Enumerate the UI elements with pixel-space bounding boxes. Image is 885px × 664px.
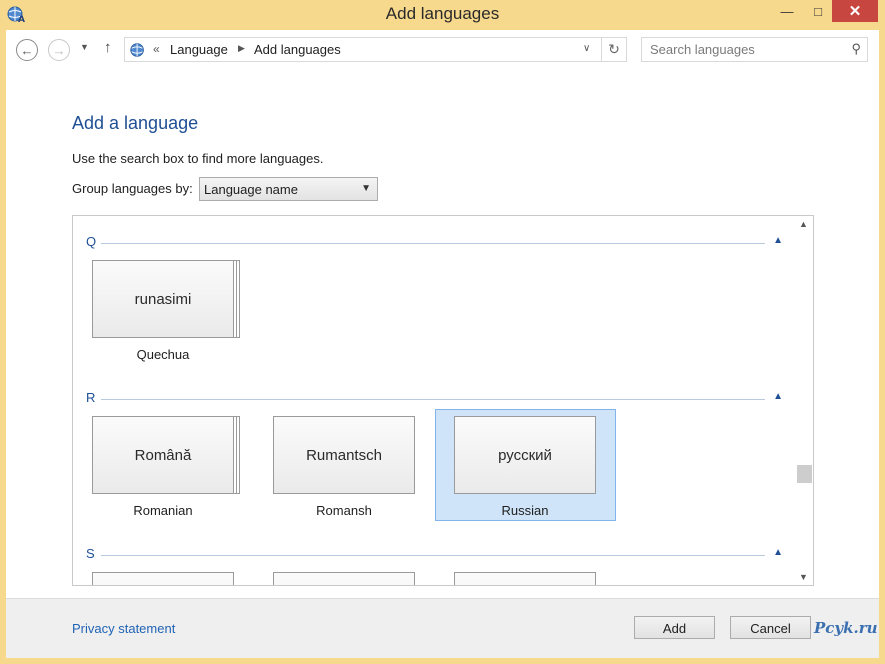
group-header-r: R ▲ — [73, 390, 797, 410]
search-hint: Use the search box to find more language… — [72, 151, 324, 166]
tile-language-name: Russian — [501, 503, 549, 518]
dialog-footer: Privacy statement Add Cancel Pcyk.ru — [6, 598, 879, 658]
language-tile-quechua[interactable]: runasimi Quechua — [78, 256, 259, 368]
chevron-down-icon: ▼ — [361, 183, 371, 194]
tile-language-name: Romanian — [133, 503, 193, 518]
maximize-button[interactable]: □ — [804, 0, 832, 22]
tile-native-name: русский — [454, 416, 596, 494]
tile-native-name: Rumantsch — [273, 416, 415, 494]
recent-locations-dropdown-icon[interactable]: ▼ — [80, 42, 89, 52]
group-header-q: Q ▲ — [73, 234, 797, 254]
group-letter: R — [86, 390, 96, 405]
language-tile-romanian[interactable]: Română Romanian — [78, 412, 259, 524]
address-bar[interactable]: « Language ▶ Add languages ∨ — [124, 37, 602, 62]
refresh-button[interactable]: ↻ — [602, 37, 627, 62]
scroll-thumb[interactable] — [797, 465, 812, 483]
language-tile-russian[interactable]: русский Russian — [435, 409, 616, 521]
watermark-logo: Pcyk.ru — [814, 619, 878, 637]
up-button[interactable]: ↑ — [104, 39, 112, 56]
scroll-down-icon[interactable]: ▼ — [799, 572, 808, 582]
breadcrumb-separator-icon[interactable]: ▶ — [238, 43, 245, 54]
client-area: ← → ▼ ↑ « Language ▶ Add languages ∨ ↻ ⚲ — [6, 30, 879, 658]
search-box[interactable]: ⚲ — [641, 37, 868, 62]
group-by-select[interactable]: Language name ▼ — [199, 177, 378, 201]
collapse-icon[interactable]: ▲ — [773, 547, 783, 558]
group-by-value: Language name — [204, 182, 298, 197]
cancel-button[interactable]: Cancel — [730, 616, 811, 639]
collapse-icon[interactable]: ▲ — [773, 235, 783, 246]
language-tile-partial[interactable] — [454, 572, 596, 585]
address-dropdown-icon[interactable]: ∨ — [583, 43, 590, 54]
group-divider — [101, 243, 765, 244]
collapse-icon[interactable]: ▲ — [773, 391, 783, 402]
breadcrumb-language[interactable]: Language — [170, 42, 228, 57]
add-languages-window: A Add languages — □ ✕ ← → ▼ ↑ « Language… — [0, 0, 885, 664]
window-title: Add languages — [385, 4, 500, 23]
group-divider — [101, 399, 765, 400]
group-divider — [101, 555, 765, 556]
add-button[interactable]: Add — [634, 616, 715, 639]
forward-button[interactable]: → — [48, 39, 70, 61]
tile-native-name: runasimi — [92, 260, 234, 338]
vertical-scrollbar[interactable]: ▲ ▼ — [796, 216, 813, 585]
language-globe-icon — [130, 43, 144, 57]
close-button[interactable]: ✕ — [832, 0, 878, 22]
search-input[interactable] — [648, 41, 842, 58]
back-button[interactable]: ← — [16, 39, 38, 61]
tile-language-name: Quechua — [136, 347, 190, 362]
privacy-statement-link[interactable]: Privacy statement — [72, 621, 175, 636]
scroll-up-icon[interactable]: ▲ — [799, 219, 808, 229]
group-letter: Q — [86, 234, 97, 249]
overflow-chevron-icon[interactable]: « — [153, 42, 160, 56]
breadcrumb-add-languages[interactable]: Add languages — [254, 42, 341, 57]
search-icon[interactable]: ⚲ — [851, 41, 861, 57]
language-tile-romansh[interactable]: Rumantsch Romansh — [259, 412, 440, 524]
tile-language-name: Romansh — [316, 503, 372, 518]
group-by-label: Group languages by: — [72, 181, 193, 196]
language-list[interactable]: Q ▲ runasimi Quechua R ▲ Română Romanian — [72, 215, 814, 586]
tile-native-name: Română — [92, 416, 234, 494]
navigation-bar: ← → ▼ ↑ « Language ▶ Add languages ∨ ↻ ⚲ — [6, 30, 879, 72]
language-tile-partial[interactable] — [273, 572, 415, 585]
group-letter: S — [86, 546, 95, 561]
title-bar: A Add languages — □ ✕ — [0, 0, 885, 30]
page-title: Add a language — [72, 113, 199, 133]
minimize-button[interactable]: — — [770, 0, 804, 22]
language-tile-partial[interactable] — [92, 572, 234, 585]
group-header-s: S ▲ — [73, 546, 797, 566]
